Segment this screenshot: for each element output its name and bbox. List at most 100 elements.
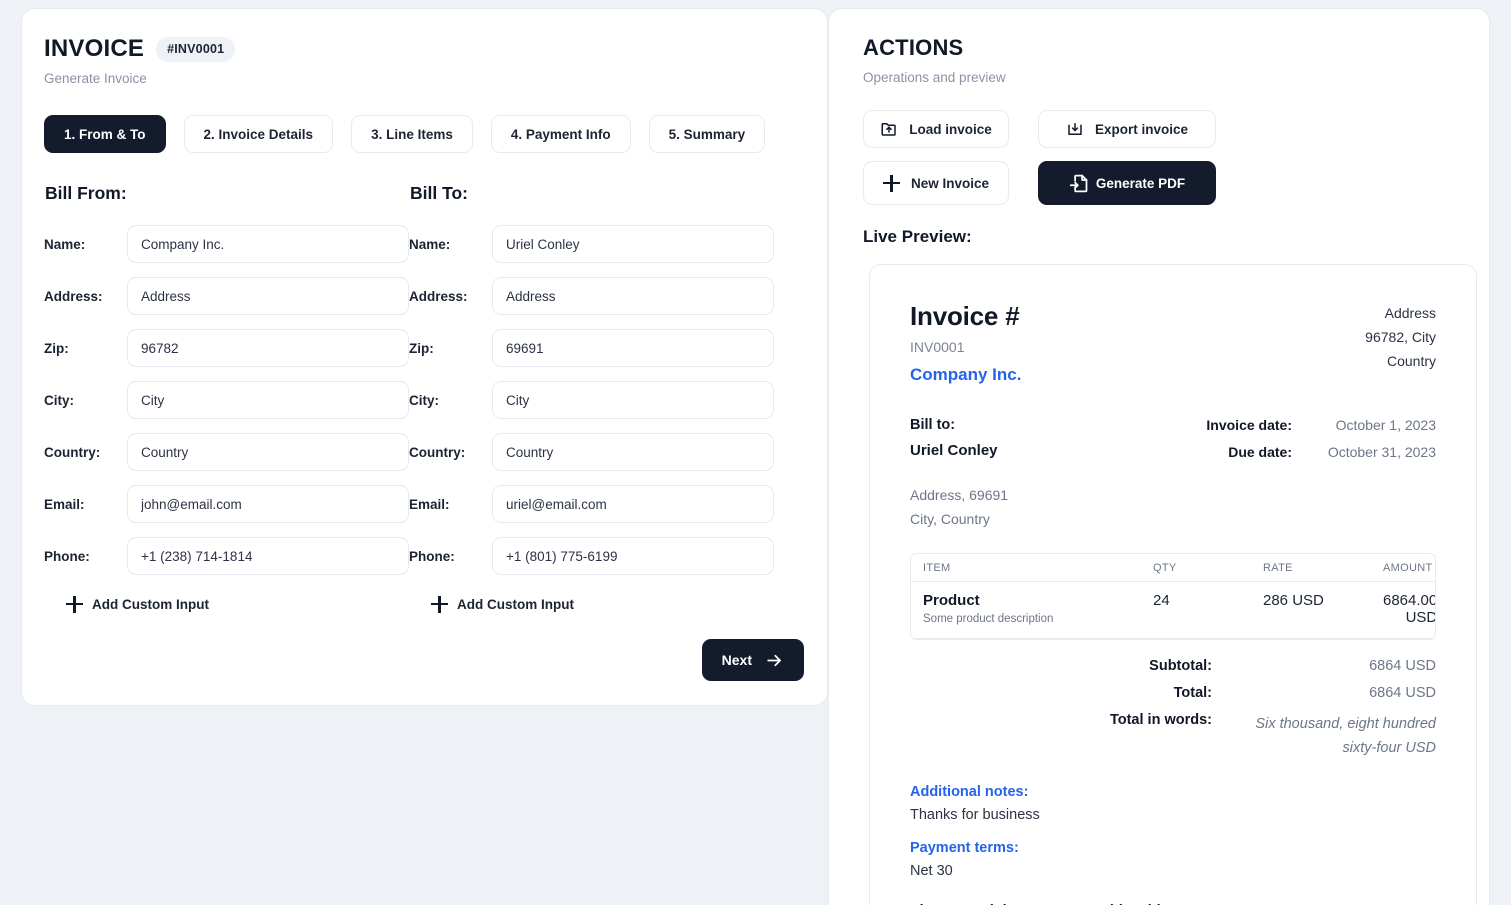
payment-terms-value: Net 30 (910, 863, 1436, 879)
new-invoice-button[interactable]: New Invoice (863, 161, 1009, 205)
bill-to-country-input[interactable] (492, 433, 774, 471)
bill-from-name-row: Name: (44, 218, 409, 270)
bill-to-name-input[interactable] (492, 225, 774, 263)
bill-from-name-input[interactable] (127, 225, 409, 263)
additional-notes-value: Thanks for business (910, 807, 1436, 823)
table-cell-rate: 286 USD (1263, 592, 1383, 609)
bill-from-city-row: City: (44, 374, 409, 426)
invoice-generator-app: INVOICE #INV0001 Generate Invoice 1. Fro… (0, 0, 1511, 905)
bill-to-zip-input[interactable] (492, 329, 774, 367)
bill-from-zip-label: Zip: (44, 341, 127, 356)
bill-from-country-input[interactable] (127, 433, 409, 471)
bill-from-city-label: City: (44, 393, 127, 408)
sender-address-line-3: Country (1365, 349, 1436, 373)
bill-to-name-label: Name: (409, 237, 492, 252)
table-cell-amount: 6864.00 USD (1383, 592, 1436, 626)
bill-from-address-row: Address: (44, 270, 409, 322)
bill-to-add-custom-label: Add Custom Input (457, 597, 574, 612)
bill-from-phone-row: Phone: (44, 530, 409, 582)
preview-dates-block: Invoice date: October 1, 2023 Due date: … (1206, 417, 1436, 531)
bill-from-country-row: Country: (44, 426, 409, 478)
bill-from-name-label: Name: (44, 237, 127, 252)
bill-from-phone-label: Phone: (44, 549, 127, 564)
load-invoice-button[interactable]: Load invoice (863, 110, 1009, 148)
new-invoice-label: New Invoice (911, 176, 989, 191)
bill-from-address-input[interactable] (127, 277, 409, 315)
preview-notes-section: Additional notes: Thanks for business Pa… (910, 784, 1436, 905)
bill-from-country-label: Country: (44, 445, 127, 460)
preview-invoice-number: INV0001 (910, 339, 1021, 355)
preview-billto-name: Uriel Conley (910, 442, 1008, 459)
bill-to-add-custom-input-button[interactable]: Add Custom Input (431, 596, 574, 613)
tab-summary[interactable]: 5. Summary (649, 115, 766, 153)
plus-icon (431, 596, 448, 613)
subtotal-label: Subtotal: (1149, 658, 1212, 674)
preview-due-date-value: October 31, 2023 (1314, 444, 1436, 460)
total-label: Total: (1174, 685, 1212, 701)
live-preview-label: Live Preview: (863, 227, 1467, 247)
bill-to-address-input[interactable] (492, 277, 774, 315)
page-subtitle: Generate Invoice (44, 71, 805, 86)
bill-from-heading: Bill From: (45, 183, 409, 204)
preview-billto-block: Bill to: Uriel Conley Address, 69691 Cit… (910, 417, 1008, 531)
bill-to-city-label: City: (409, 393, 492, 408)
table-header-item: ITEM (923, 562, 1153, 574)
notes-spacer (910, 823, 1436, 840)
table-header-amount: AMOUNT (1383, 562, 1432, 574)
invoice-number-badge: #INV0001 (156, 37, 235, 62)
export-invoice-button[interactable]: Export invoice (1038, 110, 1216, 148)
bill-to-name-row: Name: (409, 218, 774, 270)
preview-invoice-date-value: October 1, 2023 (1314, 417, 1436, 433)
bill-to-country-label: Country: (409, 445, 492, 460)
actions-buttons: Get new invoice form Load invoice (863, 110, 1223, 205)
table-cell-item: Product Some product description (923, 592, 1153, 625)
billto-address-line-1: Address, 69691 (910, 483, 1008, 507)
bill-to-phone-label: Phone: (409, 549, 492, 564)
preview-sender-address: Address 96782, City Country (1365, 301, 1436, 385)
bill-to-city-row: City: (409, 374, 774, 426)
folder-up-icon (880, 120, 898, 138)
bill-to-phone-input[interactable] (492, 537, 774, 575)
table-header-rate: RATE (1263, 562, 1383, 574)
bill-to-column: Bill To: Name: Address: Zip: City: (409, 183, 774, 613)
bill-from-email-label: Email: (44, 497, 127, 512)
bill-to-address-label: Address: (409, 289, 492, 304)
additional-notes-label: Additional notes: (910, 784, 1436, 800)
bill-from-zip-input[interactable] (127, 329, 409, 367)
arrow-right-icon (765, 651, 784, 670)
bill-to-email-row: Email: (409, 478, 774, 530)
sender-address-line-1: Address (1365, 301, 1436, 325)
tab-payment-info[interactable]: 4. Payment Info (491, 115, 631, 153)
tab-line-items[interactable]: 3. Line Items (351, 115, 473, 153)
table-header-row: ITEM QTY RATE AMOUNT (911, 554, 1435, 582)
preview-totals: Subtotal: 6864 USD Total: 6864 USD Total… (910, 658, 1436, 760)
preview-invoice-date-label: Invoice date: (1206, 417, 1292, 433)
subtotal-value: 6864 USD (1236, 658, 1436, 674)
bill-to-city-input[interactable] (492, 381, 774, 419)
line-item-description: Some product description (923, 613, 1153, 625)
total-row: Total: 6864 USD (910, 685, 1436, 701)
next-button-label: Next (722, 652, 752, 668)
tab-from-and-to[interactable]: 1. From & To (44, 115, 166, 153)
bill-to-phone-row: Phone: (409, 530, 774, 582)
export-invoice-label: Export invoice (1095, 122, 1188, 137)
actions-subtitle: Operations and preview (863, 70, 1467, 85)
total-value: 6864 USD (1236, 685, 1436, 701)
generate-pdf-button[interactable]: Generate PDF (1038, 161, 1216, 205)
bill-to-address-row: Address: (409, 270, 774, 322)
bill-from-add-custom-input-button[interactable]: Add Custom Input (66, 596, 209, 613)
bill-from-email-input[interactable] (127, 485, 409, 523)
plus-icon (883, 175, 900, 192)
invoice-header: INVOICE #INV0001 (44, 35, 805, 63)
preview-header-left: Invoice # INV0001 Company Inc. (910, 301, 1021, 385)
bill-to-email-input[interactable] (492, 485, 774, 523)
actions-panel: ACTIONS Operations and preview Get new i… (828, 8, 1490, 905)
next-button[interactable]: Next (702, 639, 804, 681)
invoice-form-card: INVOICE #INV0001 Generate Invoice 1. Fro… (21, 8, 828, 706)
preview-billto-and-dates: Bill to: Uriel Conley Address, 69691 Cit… (910, 417, 1436, 531)
preview-invoice-title: Invoice # (910, 301, 1021, 332)
bill-to-zip-label: Zip: (409, 341, 492, 356)
bill-from-city-input[interactable] (127, 381, 409, 419)
bill-from-phone-input[interactable] (127, 537, 409, 575)
tab-invoice-details[interactable]: 2. Invoice Details (184, 115, 334, 153)
